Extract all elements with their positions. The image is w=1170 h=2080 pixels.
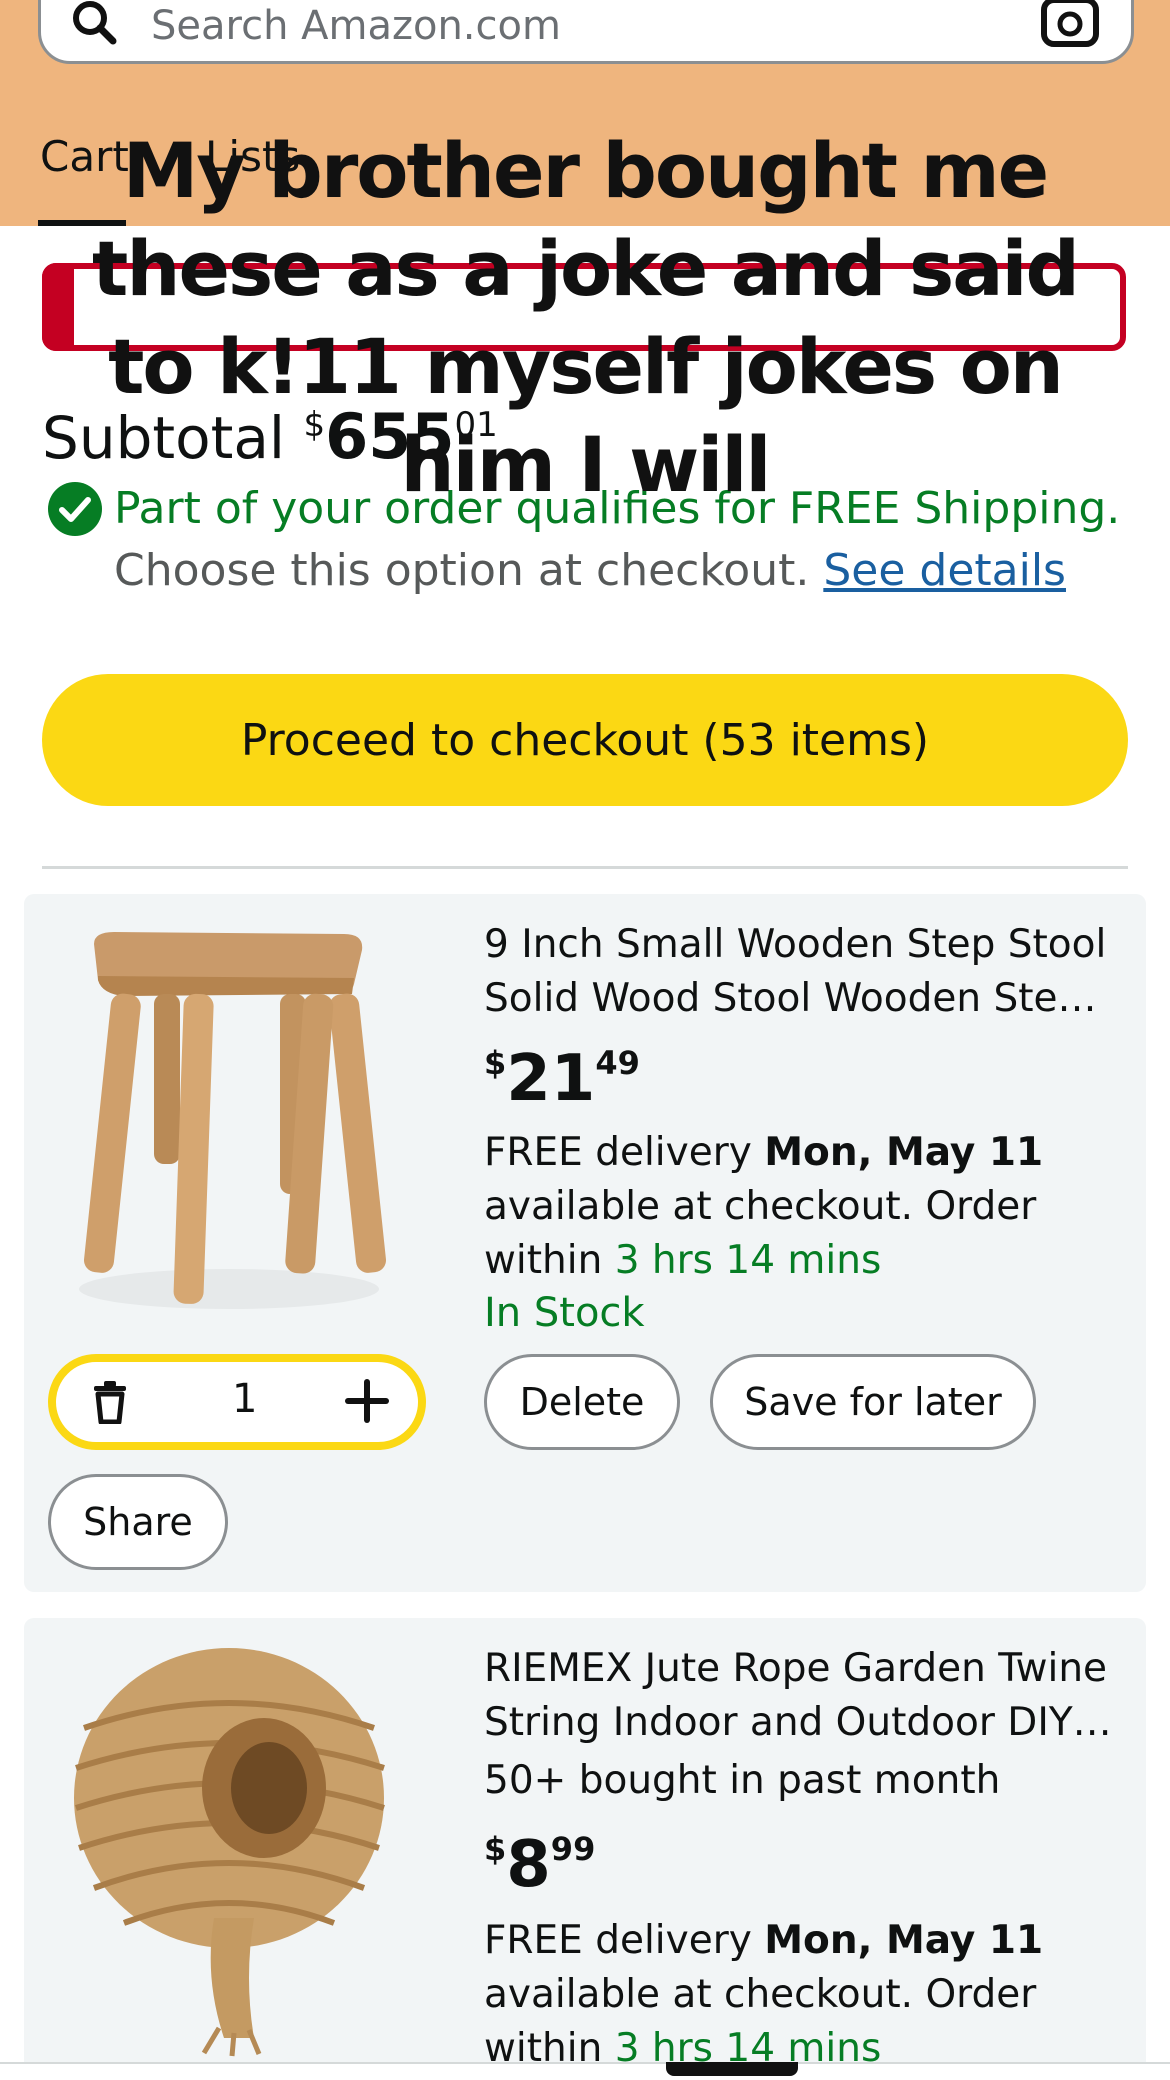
- delivery-date: Mon, May 11: [764, 1918, 1044, 1963]
- shipping-note-text: Choose this option at checkout.: [114, 545, 810, 596]
- quantity-stepper: 1: [48, 1354, 426, 1450]
- shipping-note: Choose this option at checkout. See deta…: [114, 545, 1066, 596]
- delivery-prefix: FREE delivery: [484, 1918, 752, 1963]
- product-title-line2[interactable]: Solid Wood Stool Wooden Ste…: [484, 972, 1124, 1026]
- trash-icon[interactable]: [88, 1380, 132, 1424]
- price-whole: 21: [506, 1042, 596, 1116]
- search-icon: [73, 1, 117, 45]
- price-currency: $: [484, 1830, 507, 1868]
- quantity-value: 1: [232, 1376, 258, 1422]
- product-title-line1[interactable]: 9 Inch Small Wooden Step Stool: [484, 918, 1124, 972]
- cart-item: RIEMEX Jute Rope Garden Twine String Ind…: [24, 1618, 1146, 2080]
- product-image-wooden-stool[interactable]: [54, 914, 404, 1334]
- product-image-jute-rope[interactable]: [54, 1638, 404, 2058]
- save-for-later-button[interactable]: Save for later: [710, 1354, 1036, 1450]
- bought-count: 50+ bought in past month: [484, 1758, 1001, 1803]
- proceed-to-checkout-button[interactable]: Proceed to checkout (53 items): [42, 674, 1128, 806]
- share-button[interactable]: Share: [48, 1474, 228, 1570]
- search-placeholder: Search Amazon.com: [151, 3, 561, 49]
- plus-icon[interactable]: [344, 1378, 390, 1424]
- cart-item: 9 Inch Small Wooden Step Stool Solid Woo…: [24, 894, 1146, 1592]
- delivery-prefix: FREE delivery: [484, 1130, 752, 1175]
- price-whole: 8: [506, 1828, 551, 1902]
- delivery-info: FREE delivery Mon, May 11 available at c…: [484, 1126, 1124, 1288]
- search-input[interactable]: Search Amazon.com: [38, 0, 1134, 64]
- product-price: $2149: [484, 1042, 640, 1116]
- stock-status: In Stock: [484, 1290, 645, 1336]
- product-title-line1[interactable]: RIEMEX Jute Rope Garden Twine: [484, 1642, 1124, 1696]
- price-fraction: 99: [550, 1830, 596, 1868]
- divider: [42, 866, 1128, 869]
- product-price: $899: [484, 1828, 595, 1902]
- price-fraction: 49: [595, 1044, 640, 1082]
- product-title-line2[interactable]: String Indoor and Outdoor DIY…: [484, 1696, 1124, 1750]
- delivery-countdown: 3 hrs 14 mins: [614, 1238, 882, 1283]
- bottom-bar: [0, 2062, 1170, 2080]
- delete-button[interactable]: Delete: [484, 1354, 680, 1450]
- caption-overlay: My brother bought me these as a joke and…: [92, 126, 1080, 509]
- home-indicator: [666, 2062, 798, 2076]
- delivery-date: Mon, May 11: [764, 1130, 1044, 1175]
- delivery-info: FREE delivery Mon, May 11 available at c…: [484, 1914, 1124, 2076]
- camera-icon[interactable]: [1041, 0, 1099, 47]
- price-currency: $: [484, 1044, 507, 1082]
- see-details-link[interactable]: See details: [823, 545, 1066, 596]
